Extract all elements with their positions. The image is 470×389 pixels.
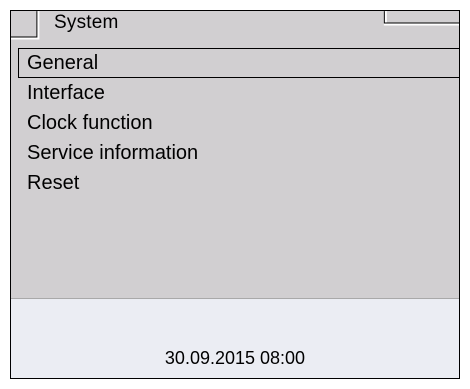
menu-list: General Interface Clock function Service…	[18, 48, 459, 198]
menu-item-interface[interactable]: Interface	[18, 78, 459, 108]
status-bar: 30.09.2015 08:00	[11, 299, 459, 378]
tab-title[interactable]: System	[54, 11, 119, 35]
menu-item-reset[interactable]: Reset	[18, 168, 459, 198]
datetime-display: 30.09.2015 08:00	[164, 348, 306, 368]
device-display: System General Interface Clock function …	[10, 10, 460, 379]
menu-item-service-information[interactable]: Service information	[18, 138, 459, 168]
menu-panel: System General Interface Clock function …	[11, 11, 459, 299]
menu-item-general[interactable]: General	[18, 48, 459, 78]
menu-item-clock-function[interactable]: Clock function	[18, 108, 459, 138]
